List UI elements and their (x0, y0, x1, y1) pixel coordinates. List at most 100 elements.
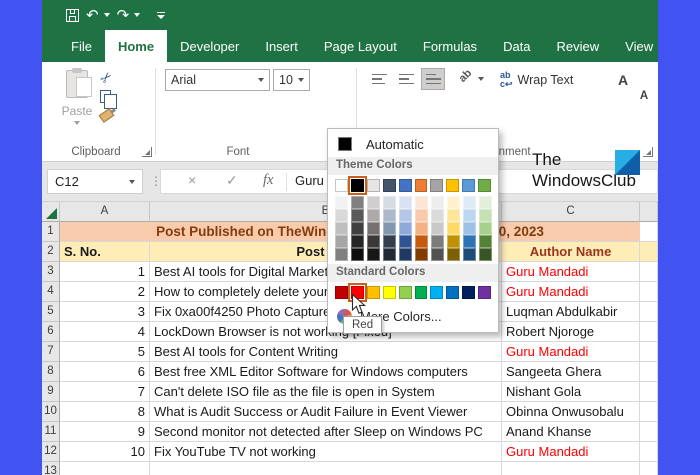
cell-c4[interactable]: Guru Mandadi (502, 282, 640, 302)
redo-dropdown-icon[interactable] (134, 13, 141, 17)
cell-d13[interactable] (640, 462, 658, 475)
standard-color-swatch[interactable] (414, 286, 428, 299)
row-header-7[interactable]: 7 (42, 342, 60, 362)
theme-shade-swatch[interactable] (351, 235, 364, 248)
cell-c10[interactable]: Obinna Onwusobalu (502, 402, 640, 422)
theme-shade-swatch[interactable] (335, 209, 348, 222)
font-size-combobox[interactable]: 10 (273, 69, 310, 91)
cell-b9[interactable]: Can't delete ISO file as the file is ope… (150, 382, 502, 402)
cell-d4[interactable] (640, 282, 658, 302)
theme-shade-swatch[interactable] (415, 222, 428, 235)
cell-c9[interactable]: Nishant Gola (502, 382, 640, 402)
cell-b8[interactable]: Best free XML Editor Software for Window… (150, 362, 502, 382)
theme-shade-swatch[interactable] (415, 248, 428, 261)
standard-color-swatch[interactable] (398, 286, 412, 299)
theme-shade-swatch[interactable] (447, 196, 460, 209)
row-header-1[interactable]: 1 (42, 222, 60, 242)
cancel-icon[interactable]: × (188, 172, 196, 188)
cell-b13[interactable] (150, 462, 502, 475)
theme-shade-swatch[interactable] (479, 248, 492, 261)
wrap-text-button[interactable]: ab c↩ Wrap Text (500, 71, 573, 89)
standard-color-swatch[interactable] (430, 286, 444, 299)
theme-shade-swatch[interactable] (479, 235, 492, 248)
theme-shade-swatch[interactable] (447, 235, 460, 248)
name-box-dropdown-icon[interactable] (129, 179, 135, 184)
format-painter-icon[interactable] (98, 108, 115, 123)
row-header-8[interactable]: 8 (42, 362, 60, 382)
cell-a12[interactable]: 10 (60, 442, 150, 462)
theme-shade-swatch[interactable] (431, 209, 444, 222)
undo-icon[interactable]: ↶ (86, 8, 99, 23)
theme-color-swatch[interactable] (478, 179, 492, 192)
undo-dropdown-icon[interactable] (103, 13, 110, 17)
column-header-a[interactable]: A (60, 202, 150, 222)
cell-d7[interactable] (640, 342, 658, 362)
row-header-13[interactable]: 13 (42, 462, 60, 475)
header-sno-cell[interactable]: S. No. (60, 242, 150, 262)
theme-shade-swatch[interactable] (399, 222, 412, 235)
theme-shade-swatch[interactable] (431, 196, 444, 209)
standard-color-swatch[interactable] (382, 286, 396, 299)
cell-a9[interactable]: 7 (60, 382, 150, 402)
cell-b7[interactable]: Best AI tools for Content Writing (150, 342, 502, 362)
theme-shade-swatch[interactable] (351, 248, 364, 261)
tab-home[interactable]: Home (104, 30, 168, 62)
cell-b10[interactable]: What is Audit Success or Audit Failure i… (150, 402, 502, 422)
theme-color-swatch[interactable] (462, 179, 476, 192)
font-name-combobox[interactable]: Arial (165, 69, 270, 91)
decrease-font-size-button[interactable]: A (336, 90, 658, 102)
theme-shade-swatch[interactable] (351, 196, 364, 209)
cell-b12[interactable]: Fix YouTube TV not working (150, 442, 502, 462)
header-author-cell[interactable]: Author Name (502, 242, 640, 262)
cell-d12[interactable] (640, 442, 658, 462)
cell-c3[interactable]: Guru Mandadi (502, 262, 640, 282)
theme-color-swatch[interactable] (398, 179, 412, 192)
theme-shade-swatch[interactable] (463, 235, 476, 248)
redo-icon[interactable]: ↷ (117, 8, 130, 23)
customize-quick-access-icon[interactable] (157, 11, 166, 19)
cell-a13[interactable] (60, 462, 150, 475)
theme-shade-swatch[interactable] (367, 222, 380, 235)
row-header-9[interactable]: 9 (42, 382, 60, 402)
tab-file[interactable]: File (58, 30, 105, 62)
row-header-3[interactable]: 3 (42, 262, 60, 282)
theme-color-swatch[interactable] (347, 176, 367, 195)
enter-icon[interactable]: ✓ (226, 172, 238, 189)
cell-c5[interactable]: Luqman Abdulkabir (502, 302, 640, 322)
theme-shade-swatch[interactable] (399, 196, 412, 209)
cell-d9[interactable] (640, 382, 658, 402)
tab-page-layout[interactable]: Page Layout (311, 30, 410, 62)
theme-shade-swatch[interactable] (415, 196, 428, 209)
theme-shade-swatch[interactable] (479, 222, 492, 235)
tab-formulas[interactable]: Formulas (410, 30, 490, 62)
theme-shade-swatch[interactable] (399, 235, 412, 248)
row-header-11[interactable]: 11 (42, 422, 60, 442)
cell-a5[interactable]: 3 (60, 302, 150, 322)
orientation-dropdown-icon[interactable] (478, 77, 484, 81)
orientation-icon[interactable]: ab (454, 67, 476, 85)
theme-shade-swatch[interactable] (463, 248, 476, 261)
alignment-dialog-launcher-icon[interactable] (643, 147, 653, 157)
middle-align-icon[interactable] (394, 68, 418, 90)
row-header-2[interactable]: 2 (42, 242, 60, 262)
cell-a3[interactable]: 1 (60, 262, 150, 282)
theme-shade-swatch[interactable] (383, 235, 396, 248)
standard-color-swatch[interactable] (366, 286, 380, 299)
paste-dropdown-icon[interactable] (74, 121, 80, 125)
theme-shade-swatch[interactable] (367, 248, 380, 261)
theme-shade-swatch[interactable] (335, 248, 348, 261)
row-header-10[interactable]: 10 (42, 402, 60, 422)
theme-shade-swatch[interactable] (399, 248, 412, 261)
theme-shade-swatch[interactable] (431, 235, 444, 248)
cell-a6[interactable]: 4 (60, 322, 150, 342)
theme-shade-swatch[interactable] (447, 248, 460, 261)
insert-function-icon[interactable]: fx (263, 172, 273, 189)
theme-color-swatch[interactable] (335, 179, 348, 192)
cell-d5[interactable] (640, 302, 658, 322)
row-header-6[interactable]: 6 (42, 322, 60, 342)
theme-color-swatch[interactable] (446, 179, 460, 192)
row-header-5[interactable]: 5 (42, 302, 60, 322)
cell-c8[interactable]: Sangeeta Ghera (502, 362, 640, 382)
copy-icon[interactable] (100, 90, 117, 109)
theme-shade-swatch[interactable] (479, 209, 492, 222)
